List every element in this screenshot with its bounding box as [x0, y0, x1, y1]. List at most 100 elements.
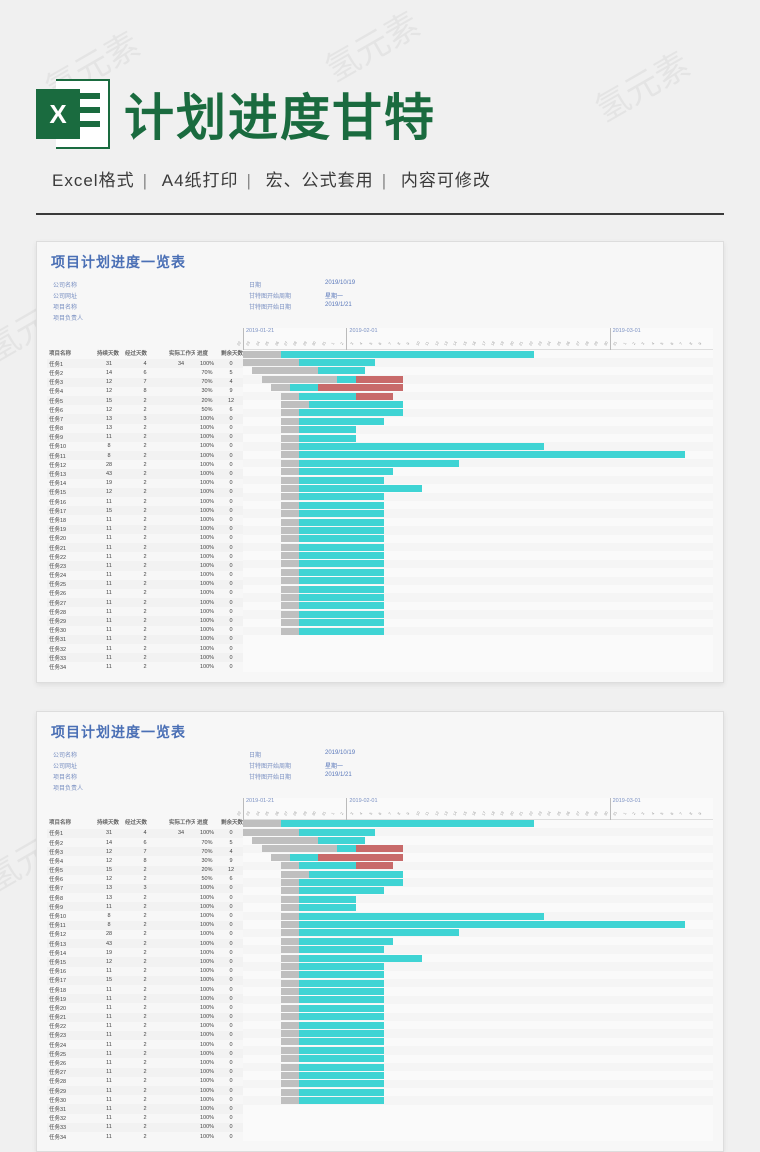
table-row: 任务30112100%0 — [47, 626, 243, 635]
gantt-segment-gray — [281, 904, 300, 911]
table-row: 任务9112100%0 — [47, 433, 243, 442]
cell: 0 — [219, 912, 243, 919]
cell: 43 — [95, 470, 123, 477]
sheet-title: 项目计划进度一览表 — [47, 720, 713, 748]
gantt-segment-teal — [299, 1097, 384, 1104]
cell: 0 — [219, 415, 243, 422]
cell: 11 — [95, 627, 123, 634]
preview-card-1: 项目计划进度一览表公司名称公司网址项目名称项目负责人日期2019/10/19甘特… — [36, 241, 724, 683]
gantt-segment-gray — [281, 921, 300, 928]
cell: 100% — [195, 1050, 219, 1057]
gantt-segment-gray — [281, 929, 300, 936]
gantt-segment-teal — [299, 904, 355, 911]
table-row: 任务20112100%0 — [47, 534, 243, 543]
gantt-segment-teal — [299, 1072, 384, 1079]
cell: 任务27 — [47, 1068, 95, 1077]
cell — [167, 593, 195, 594]
gantt-area: 2019-01-212019-02-012019-03-012223242526… — [243, 798, 713, 1142]
cell: 100% — [195, 636, 219, 643]
cell: 任务28 — [47, 1077, 95, 1086]
cell: 100% — [195, 627, 219, 634]
table-row: 任务34112100%0 — [47, 662, 243, 671]
cell: 11 — [95, 654, 123, 661]
col-header: 持续天数 — [95, 348, 123, 357]
cell: 30% — [195, 857, 219, 864]
table-row: 任务1182100%0 — [47, 921, 243, 930]
cell: 2 — [123, 572, 167, 579]
cell — [167, 1118, 195, 1119]
cell: 34 — [167, 830, 195, 837]
cell: 2 — [123, 1059, 167, 1066]
meta-row: 日期2019/10/19 — [249, 750, 355, 759]
cell: 0 — [219, 1041, 243, 1048]
gantt-row — [243, 467, 713, 475]
preview-card-2: 项目计划进度一览表公司名称公司网址项目名称项目负责人日期2019/10/19甘特… — [36, 711, 724, 1152]
cell — [167, 446, 195, 447]
cell: 11 — [95, 1014, 123, 1021]
cell: 12 — [219, 397, 243, 404]
gantt-row — [243, 853, 713, 861]
cell: 2 — [123, 663, 167, 670]
cell: 70% — [195, 369, 219, 376]
cell: 100% — [195, 1069, 219, 1076]
gantt-segment-teal — [299, 435, 355, 442]
cell: 0 — [219, 885, 243, 892]
cell: 6 — [219, 876, 243, 883]
cell: 12 — [95, 406, 123, 413]
cell: 0 — [219, 452, 243, 459]
gantt-chart: 项目名称持续天数经过天数实际工作天数进度剩余天数任务131434100%0任务2… — [47, 328, 713, 672]
cell: 50% — [195, 876, 219, 883]
cell — [167, 934, 195, 935]
cell: 100% — [195, 608, 219, 615]
date-axis: 2019-01-212019-02-012019-03-012223242526… — [243, 328, 713, 350]
cell: 5 — [219, 839, 243, 846]
cell — [167, 529, 195, 530]
cell — [167, 897, 195, 898]
gantt-row — [243, 1071, 713, 1079]
gantt-row — [243, 1004, 713, 1012]
cell — [167, 1136, 195, 1137]
cell: 2 — [123, 867, 167, 874]
cell — [167, 1108, 195, 1109]
gantt-segment-teal — [299, 1047, 384, 1054]
cell: 11 — [95, 1050, 123, 1057]
gantt-row — [243, 459, 713, 467]
meta-row: 项目名称 — [53, 302, 129, 311]
table-row: 任务27112100%0 — [47, 598, 243, 607]
gantt-segment-teal — [299, 1030, 384, 1037]
cell: 任务18 — [47, 515, 95, 524]
gantt-row — [243, 476, 713, 484]
cell: 11 — [95, 1133, 123, 1140]
cell: 任务2 — [47, 368, 95, 377]
table-row: 任务19112100%0 — [47, 994, 243, 1003]
gantt-segment-teal — [299, 602, 384, 609]
cell — [167, 961, 195, 962]
cell: 2 — [123, 958, 167, 965]
table-row: 任务23112100%0 — [47, 1031, 243, 1040]
cell — [167, 1099, 195, 1100]
gantt-segment-teal — [299, 409, 402, 416]
meta-row: 项目负责人 — [53, 783, 129, 792]
cell: 11 — [95, 1087, 123, 1094]
gantt-segment-gray — [281, 1005, 300, 1012]
gantt-row — [243, 929, 713, 937]
cell: 11 — [95, 617, 123, 624]
cell: 0 — [219, 1087, 243, 1094]
cell: 任务8 — [47, 424, 95, 433]
cell: 100% — [195, 498, 219, 505]
gantt-segment-gray — [281, 871, 309, 878]
gantt-row — [243, 367, 713, 375]
cell: 4 — [219, 379, 243, 386]
gantt-segment-gray — [281, 1089, 300, 1096]
gantt-segment-teal — [299, 946, 384, 953]
gantt-segment-red — [356, 862, 394, 869]
divider — [36, 213, 724, 215]
gantt-segment-teal — [299, 426, 355, 433]
gantt-segment-gray — [281, 586, 300, 593]
cell — [167, 1062, 195, 1063]
cell: 12 — [219, 867, 243, 874]
cell: 4 — [123, 360, 167, 367]
cell: 11 — [95, 1004, 123, 1011]
cell: 100% — [195, 553, 219, 560]
gantt-segment-gray — [281, 946, 300, 953]
